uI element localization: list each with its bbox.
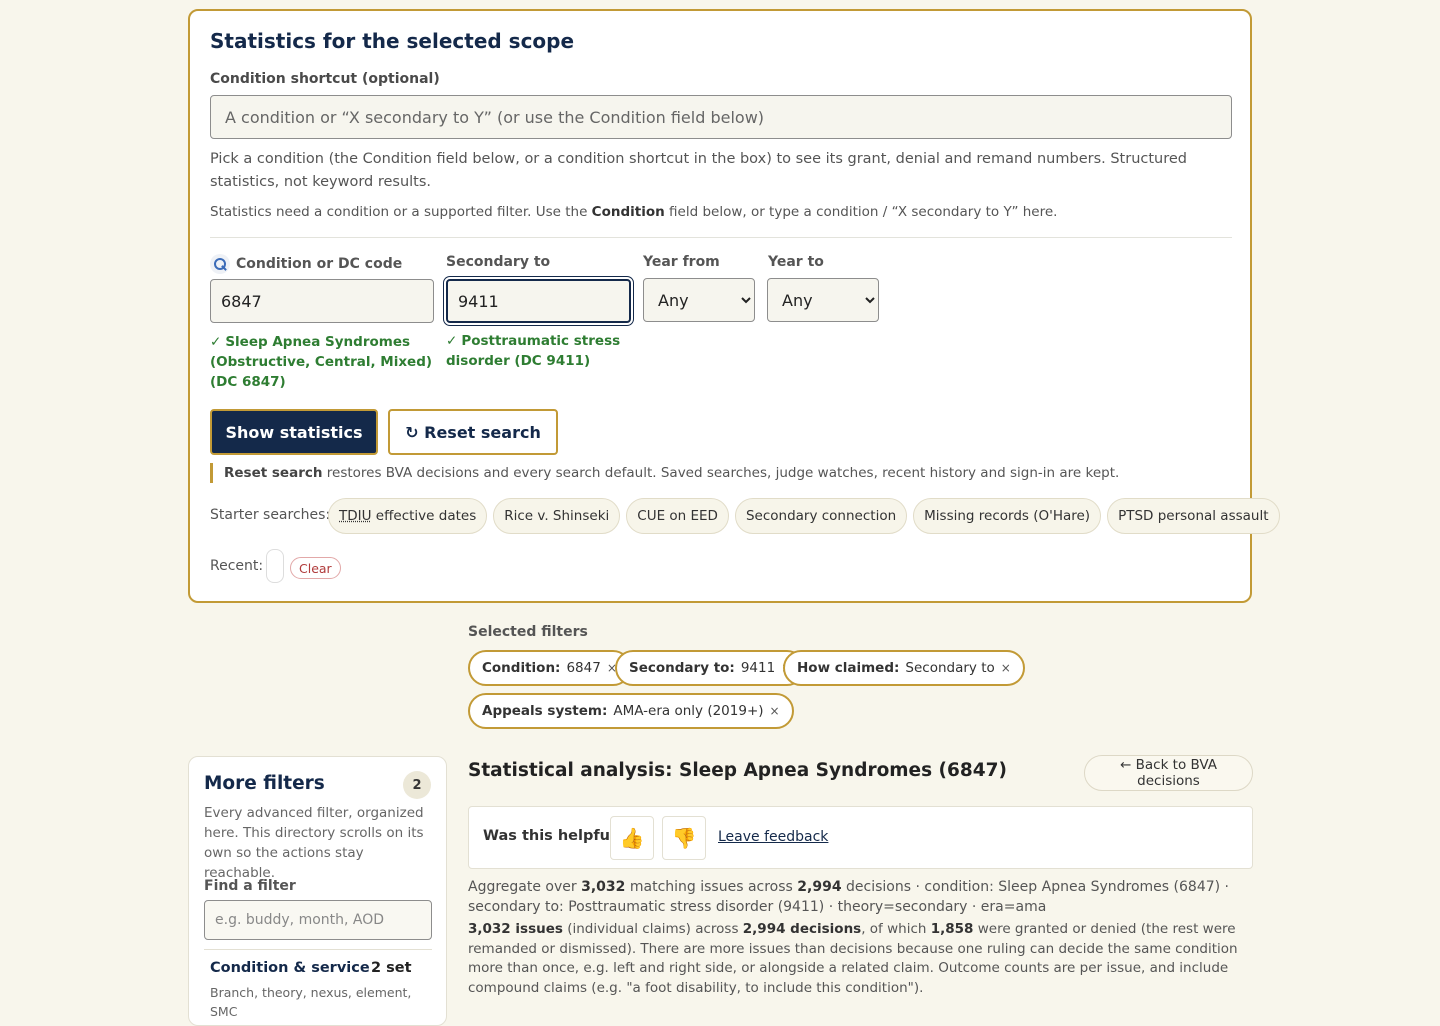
find-filter-label: Find a filter — [204, 878, 296, 894]
condition-field-label: Condition or DC code — [210, 254, 402, 274]
close-icon[interactable]: × — [1001, 661, 1011, 675]
reset-note: Reset search restores BVA decisions and … — [210, 463, 1119, 483]
close-icon[interactable]: × — [770, 704, 780, 718]
divider — [204, 949, 432, 950]
filter-pill-appeals-system[interactable]: Appeals system: AMA-era only (2019+) × — [468, 693, 794, 729]
show-statistics-button[interactable]: Show statistics — [210, 409, 378, 455]
issues-explanation: 3,032 issues (individual claims) across … — [468, 921, 1238, 996]
secondary-match: ✓ Posttraumatic stress disorder (DC 9411) — [446, 333, 621, 369]
selected-filters-label: Selected filters — [468, 624, 588, 640]
starter-chips: TDIU effective dates Rice v. Shinseki CU… — [328, 498, 1280, 534]
more-filters-title: More filters — [204, 773, 325, 794]
starter-chip[interactable]: Secondary connection — [734, 498, 908, 534]
starter-chip[interactable]: CUE on EED — [626, 498, 729, 534]
filter-pill-condition[interactable]: Condition: 6847 × — [468, 650, 631, 686]
year-from-label: Year from — [643, 254, 720, 270]
filter-pill-secondary[interactable]: Secondary to:9411× — [615, 650, 806, 686]
filter-pill-how-claimed[interactable]: How claimed: Secondary to × — [783, 650, 1025, 686]
scope-card: Statistics for the selected scope Condit… — [188, 9, 1280, 603]
more-filters-count-badge: 2 — [403, 771, 431, 799]
year-to-label: Year to — [768, 254, 824, 270]
secondary-to-input[interactable] — [444, 277, 633, 325]
scope-title: Statistics for the selected scope — [210, 29, 575, 53]
reset-search-button[interactable]: ↻ Reset search — [388, 409, 558, 455]
starter-chip[interactable]: Missing records (O'Hare) — [913, 498, 1102, 534]
analysis-title: Statistical analysis: Sleep Apnea Syndro… — [468, 760, 1007, 781]
recent-label: Recent: — [210, 558, 264, 574]
year-to-select[interactable]: Any — [767, 278, 879, 322]
feedback-box: Was this helpful? 👍 👎 Leave feedback — [468, 806, 1253, 869]
clear-recent-button[interactable]: Clear — [290, 557, 341, 579]
thumbs-down-icon[interactable]: 👎 — [662, 816, 706, 860]
more-filters-description: Every advanced filter, organized here. T… — [204, 805, 424, 881]
scope-note: Statistics need a condition or a support… — [210, 204, 1058, 220]
condition-input[interactable] — [210, 279, 434, 323]
check-icon: ✓ — [210, 334, 222, 350]
aggregate-summary: Aggregate over 3,032 matching issues acr… — [468, 879, 1229, 915]
condition-shortcut-input[interactable] — [210, 95, 1232, 139]
divider — [210, 237, 1232, 238]
helpful-question: Was this helpful? — [483, 828, 624, 844]
more-filters-panel: More filters 2 Every advanced filter, or… — [188, 756, 447, 1026]
find-filter-input[interactable] — [204, 900, 432, 940]
condition-shortcut-label: Condition shortcut (optional) — [210, 71, 440, 87]
starter-searches-label: Starter searches: — [210, 507, 331, 523]
filter-group-condition-service[interactable]: Condition & service — [210, 960, 370, 976]
back-to-decisions-button[interactable]: ← Back to BVA decisions — [1084, 755, 1253, 791]
starter-chip-tdiu[interactable]: TDIU effective dates — [328, 498, 488, 534]
thumbs-up-icon[interactable]: 👍 — [610, 816, 654, 860]
leave-feedback-link[interactable]: Leave feedback — [718, 829, 828, 845]
recent-list — [266, 549, 284, 583]
filter-group-description: Branch, theory, nexus, element, SMC — [210, 985, 412, 1019]
filter-group-set-count: 2 set — [371, 960, 412, 976]
starter-chip[interactable]: Rice v. Shinseki — [493, 498, 621, 534]
year-from-select[interactable]: Any — [643, 278, 755, 322]
search-icon — [210, 254, 230, 274]
condition-match: ✓ Sleep Apnea Syndromes (Obstructive, Cen… — [210, 334, 433, 390]
secondary-field-label: Secondary to — [446, 254, 551, 270]
starter-chip[interactable]: PTSD personal assault — [1107, 498, 1280, 534]
scope-help-text: Pick a condition (the Condition field be… — [210, 151, 1188, 190]
check-icon: ✓ — [446, 333, 458, 349]
